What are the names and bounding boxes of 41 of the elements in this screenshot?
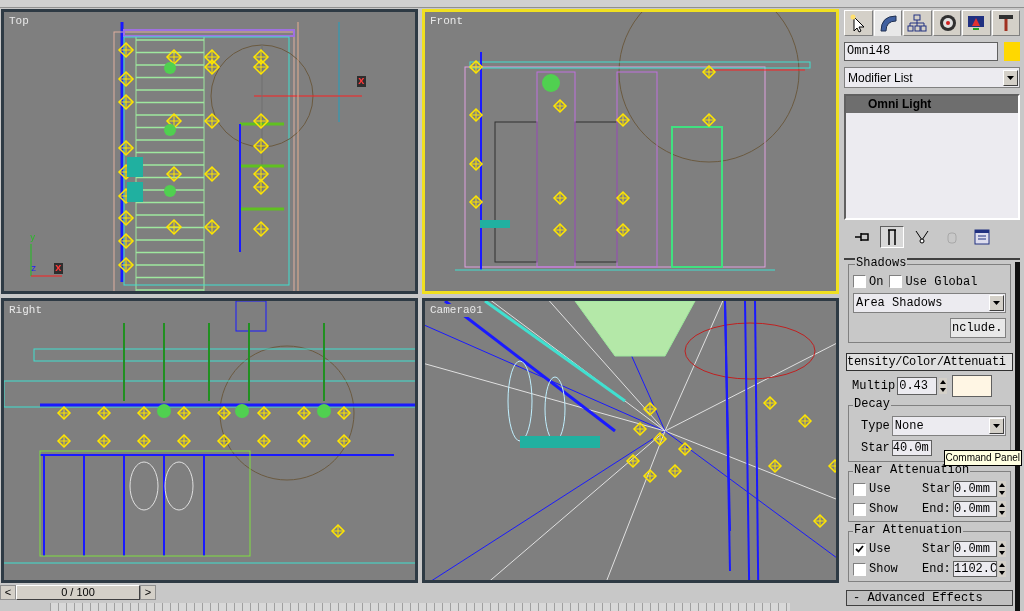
end-field[interactable]: 1102.C bbox=[953, 561, 997, 577]
shadow-type-dropdown[interactable]: Area Shadows bbox=[853, 293, 1006, 313]
axis-label: x bbox=[357, 76, 366, 87]
object-name-field[interactable]: Omni48 bbox=[844, 42, 998, 61]
multiplier-field[interactable]: 0.43 bbox=[897, 377, 938, 395]
multiplier-label: Multip bbox=[852, 378, 896, 395]
end-label: End: bbox=[922, 561, 952, 578]
start-label: Star bbox=[922, 481, 952, 498]
end-label: End: bbox=[922, 501, 952, 518]
checkbox-label: Show bbox=[869, 563, 898, 575]
checkbox-label: On bbox=[869, 275, 884, 288]
group-title: Far Attenuation bbox=[853, 524, 964, 536]
stack-item[interactable]: Omni Light bbox=[846, 96, 1018, 113]
tooltip: Command Panel bbox=[943, 450, 1022, 466]
start-field[interactable]: 0.0mm bbox=[953, 481, 997, 497]
modifier-list-dropdown[interactable]: Modifier List bbox=[844, 67, 1020, 88]
previous-frame-button[interactable]: < bbox=[0, 585, 16, 600]
axis-label: x bbox=[54, 263, 63, 274]
decay-start-field[interactable]: 40.0m bbox=[891, 440, 932, 456]
viewport[interactable]: Top y z x x bbox=[1, 9, 418, 294]
next-frame-button[interactable]: > bbox=[140, 585, 156, 600]
axis-label: z bbox=[31, 265, 37, 274]
rollout-title[interactable]: - Advanced Effects bbox=[846, 590, 1013, 606]
decay-type-label: Type bbox=[861, 418, 890, 435]
group-title: Decay bbox=[853, 398, 891, 410]
group-title: Near Attenuation bbox=[853, 464, 971, 476]
end-field[interactable]: 0.0mm bbox=[953, 501, 997, 517]
checkbox-label: Use Global bbox=[905, 275, 978, 288]
axis-label: y bbox=[30, 234, 36, 243]
exclude-button[interactable]: nclude.. bbox=[950, 318, 1006, 338]
checkbox-label: Show bbox=[869, 503, 898, 515]
decay-type-dropdown[interactable]: None bbox=[891, 416, 1006, 436]
modifier-stack-list[interactable]: Omni Light bbox=[844, 94, 1020, 220]
decay-start-label: Star bbox=[861, 440, 890, 457]
checkbox-label: Use bbox=[869, 543, 891, 555]
group-title: Shadows bbox=[855, 257, 908, 269]
time-slider-thumb[interactable]: 0 / 100 bbox=[16, 585, 140, 600]
start-label: Star bbox=[922, 541, 952, 558]
checkbox-label: Use bbox=[869, 483, 891, 495]
start-field[interactable]: 0.0mm bbox=[953, 541, 997, 557]
rollout-title[interactable]: tensity/Color/Attenuati bbox=[846, 353, 1013, 371]
